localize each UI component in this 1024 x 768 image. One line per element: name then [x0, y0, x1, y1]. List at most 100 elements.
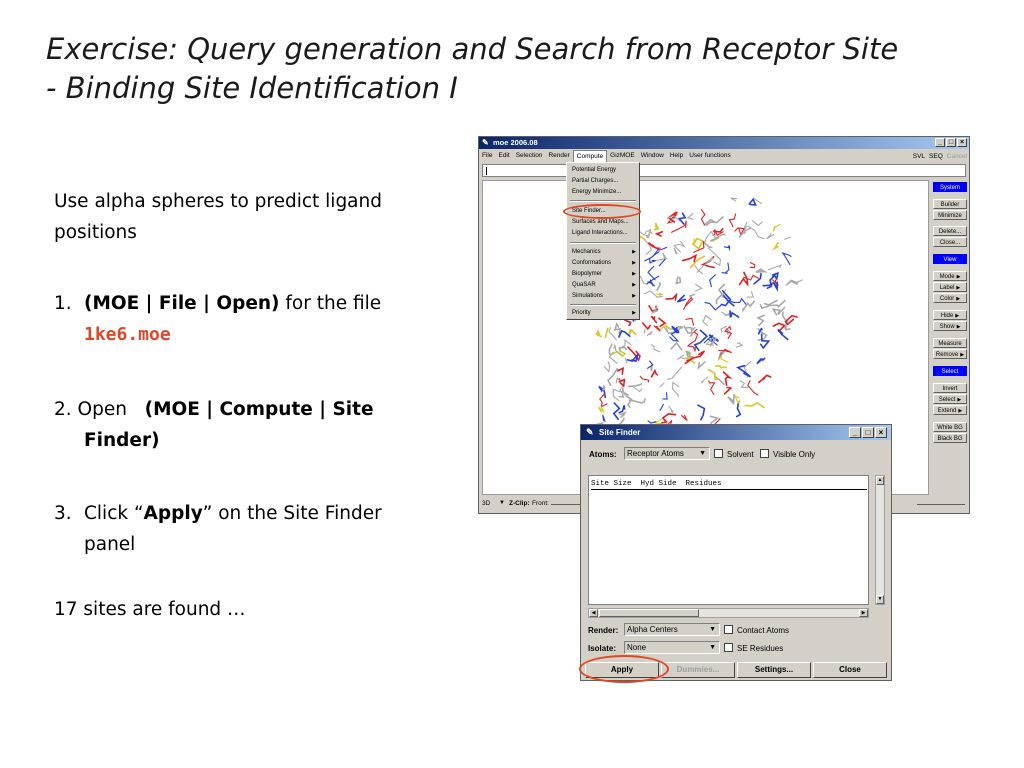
- svl-button[interactable]: SVL: [913, 153, 925, 160]
- text-cursor: [486, 167, 487, 175]
- priority-label: Priority: [572, 310, 591, 316]
- menu-edit[interactable]: Edit: [495, 150, 512, 162]
- color-button[interactable]: Color ▶: [933, 293, 967, 303]
- bond-segment: [677, 212, 687, 225]
- solvent-checkbox[interactable]: [714, 449, 723, 458]
- bond-segment: [695, 283, 703, 292]
- close-icon[interactable]: ×: [957, 138, 967, 147]
- menu-render[interactable]: Render: [545, 150, 572, 162]
- site-finder-title-bar[interactable]: ✎ Site Finder _ □ ×: [581, 425, 891, 440]
- step2-menu-path-end: Finder): [84, 430, 160, 451]
- remove-label: Remove: [935, 352, 959, 358]
- result-text: 17 sites are found …: [54, 599, 246, 620]
- bond-segment: [723, 386, 733, 395]
- bond-segment: [777, 328, 789, 341]
- bond-segment: [661, 412, 677, 424]
- menu-item-mechanics[interactable]: Mechanics ▶: [572, 247, 636, 258]
- bond-segment: [708, 380, 716, 396]
- bond-segment: [603, 361, 611, 373]
- scroll-right-icon[interactable]: ▶: [859, 609, 868, 617]
- bond-segment: [659, 382, 665, 388]
- mode-button[interactable]: Mode ▶: [933, 271, 967, 281]
- extend-button[interactable]: Extend ▶: [933, 405, 967, 415]
- bond-segment: [707, 368, 718, 381]
- se-residues-checkbox[interactable]: [724, 643, 733, 652]
- moe-title-bar[interactable]: ✎ moe 2006.08 _ □ ×: [479, 137, 969, 149]
- menu-item-priority[interactable]: Priority ▶: [572, 308, 636, 319]
- sites-list[interactable]: Site Size Hyd Side Residues: [588, 475, 869, 605]
- site-finder-title: Site Finder: [599, 428, 641, 437]
- bond-segment: [753, 272, 762, 285]
- bond-segment: [675, 276, 682, 285]
- invert-button[interactable]: Invert: [933, 383, 967, 393]
- atoms-select[interactable]: Receptor Atoms ▼: [624, 447, 710, 460]
- show-button[interactable]: Show ▶: [933, 321, 967, 331]
- scroll-up-icon[interactable]: ▲: [876, 476, 884, 485]
- minimize-button[interactable]: Minimize: [933, 210, 967, 220]
- menu-item-potential-energy[interactable]: Potential Energy: [572, 165, 636, 176]
- bond-segment: [602, 414, 606, 423]
- menu-item-quasar[interactable]: QuaSAR ▶: [572, 280, 636, 291]
- menu-file[interactable]: File: [479, 150, 495, 162]
- sites-list-hscroll[interactable]: ◀ ▶: [588, 608, 869, 618]
- mode-label: Mode: [939, 274, 955, 280]
- select-button[interactable]: Select ▶: [933, 394, 967, 404]
- command-line-input[interactable]: [482, 164, 966, 177]
- white-bg-button[interactable]: White BG: [933, 422, 967, 432]
- maximize-icon[interactable]: □: [862, 427, 874, 438]
- hide-button[interactable]: Hide ▶: [933, 310, 967, 320]
- menu-item-energy-minimize[interactable]: Energy Minimize...: [572, 187, 636, 198]
- builder-button[interactable]: Builder: [933, 199, 967, 209]
- measure-button[interactable]: Measure: [933, 338, 967, 348]
- remove-button[interactable]: Remove ▶: [933, 349, 967, 359]
- menu-help[interactable]: Help: [667, 150, 686, 162]
- settings-button[interactable]: Settings...: [737, 662, 811, 678]
- minimize-icon[interactable]: _: [935, 138, 945, 147]
- bond-segment: [602, 385, 606, 391]
- menu-item-ligand-interactions[interactable]: Ligand Interactions...: [572, 228, 636, 239]
- zclip-back-slider[interactable]: [917, 504, 965, 505]
- scroll-down-icon[interactable]: ▼: [876, 595, 884, 604]
- hscroll-thumb[interactable]: [599, 609, 699, 617]
- seq-button[interactable]: SEQ: [929, 153, 943, 160]
- menu-selection[interactable]: Selection: [513, 150, 546, 162]
- menu-item-conformations[interactable]: Conformations ▶: [572, 258, 636, 269]
- bond-segment: [681, 253, 698, 263]
- moe-title: moe 2006.08: [493, 138, 538, 147]
- view-mode-3d[interactable]: 3D: [482, 500, 490, 507]
- menu-item-simulations[interactable]: Simulations ▶: [572, 291, 636, 302]
- chevron-down-icon[interactable]: ▼: [499, 500, 505, 506]
- menu-user-functions[interactable]: User functions: [686, 150, 734, 162]
- bond-segment: [743, 221, 748, 235]
- isolate-select[interactable]: None ▼: [624, 641, 720, 654]
- dummies-button[interactable]: Dummies...: [661, 662, 735, 678]
- close-dialog-button[interactable]: Close: [813, 662, 887, 678]
- render-select[interactable]: Alpha Centers ▼: [624, 623, 720, 636]
- menu-window[interactable]: Window: [638, 150, 667, 162]
- close-button[interactable]: Close...: [933, 237, 967, 247]
- menu-compute[interactable]: Compute: [572, 149, 608, 163]
- sites-list-vscroll[interactable]: ▲ ▼: [875, 475, 885, 605]
- label-button[interactable]: Label ▶: [933, 282, 967, 292]
- scroll-left-icon[interactable]: ◀: [589, 609, 598, 617]
- delete-button[interactable]: Delete...: [933, 226, 967, 236]
- cancel-button[interactable]: Cancel: [947, 153, 967, 160]
- moe-menubar: File Edit Selection Render Compute GizMO…: [479, 149, 969, 163]
- zclip-front-slider[interactable]: [551, 504, 581, 505]
- bond-segment: [653, 222, 660, 231]
- close-icon[interactable]: ×: [875, 427, 887, 438]
- maximize-icon[interactable]: □: [946, 138, 956, 147]
- minimize-icon[interactable]: _: [849, 427, 861, 438]
- contact-atoms-checkbox[interactable]: [724, 625, 733, 634]
- bond-segment: [728, 213, 737, 228]
- visible-only-checkbox[interactable]: [760, 449, 769, 458]
- bond-segment: [700, 209, 706, 226]
- black-bg-button[interactable]: Black BG: [933, 433, 967, 443]
- site-finder-window-controls: _ □ ×: [849, 427, 887, 438]
- arrow-right-icon: ▶: [632, 249, 636, 255]
- bond-segment: [756, 314, 766, 327]
- menu-gizmoe[interactable]: GizMOE: [607, 150, 638, 162]
- menu-item-partial-charges[interactable]: Partial Charges...: [572, 176, 636, 187]
- menu-item-biopolymer[interactable]: Biopolymer ▶: [572, 269, 636, 280]
- bond-segment: [612, 388, 621, 402]
